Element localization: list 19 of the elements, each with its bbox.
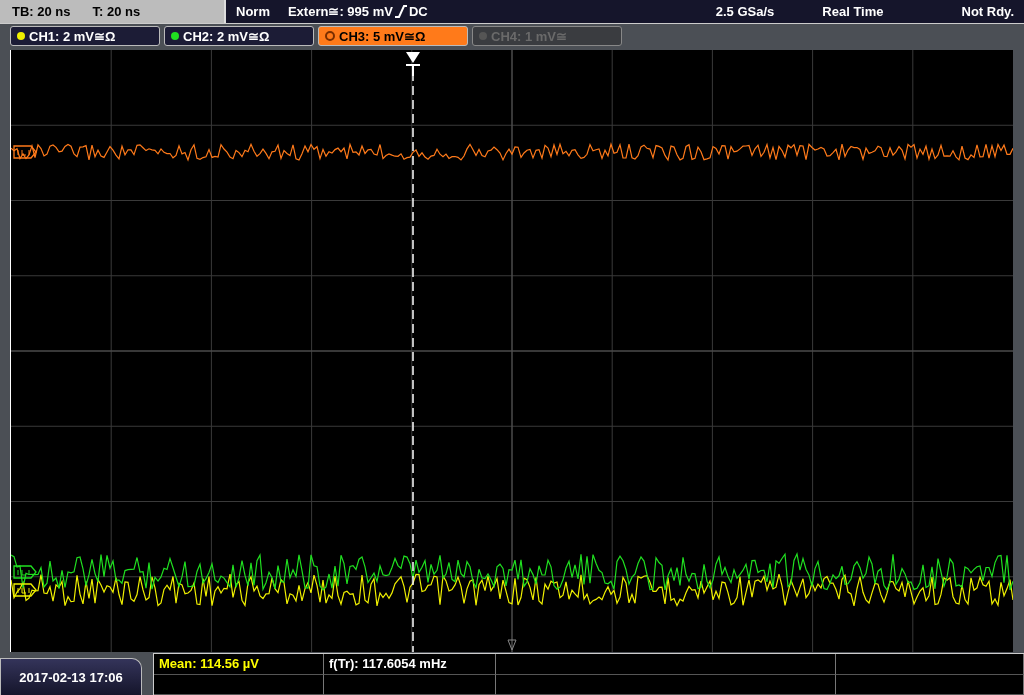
timebase-label: TB: 20 ns xyxy=(12,4,71,19)
channel-marker-icon xyxy=(13,565,37,579)
rising-edge-icon xyxy=(394,5,407,18)
center-marker-icon xyxy=(507,639,517,651)
measurement-value: f(Tr): 117.6054 mHz xyxy=(329,656,447,672)
channel-marker-icon xyxy=(13,145,37,159)
date-time-label: 2017-02-13 17:06 xyxy=(0,658,142,695)
measurement-value: Mean: 114.56 µV xyxy=(159,656,259,672)
channel-tab[interactable]: CH2: 2 mV≅Ω xyxy=(164,26,314,46)
trigger-source-label: Extern≅: 995 mV xyxy=(287,4,393,19)
acquisition-state-label: Not Rdy. xyxy=(961,4,1014,19)
channel-tab[interactable]: CH3: 5 mV≅Ω xyxy=(318,26,468,46)
trigger-time-label: T: 20 ns xyxy=(92,4,141,19)
acquisition-mode-label: Real Time xyxy=(822,4,884,19)
channel-marker-icon xyxy=(13,583,37,597)
channel-tab[interactable]: CH1: 2 mV≅Ω xyxy=(10,26,160,46)
trigger-coupling-label: DC xyxy=(408,4,428,19)
sample-rate-label: 2.5 GSa/s xyxy=(715,4,775,19)
trigger-mode-label: Norm xyxy=(236,4,270,19)
